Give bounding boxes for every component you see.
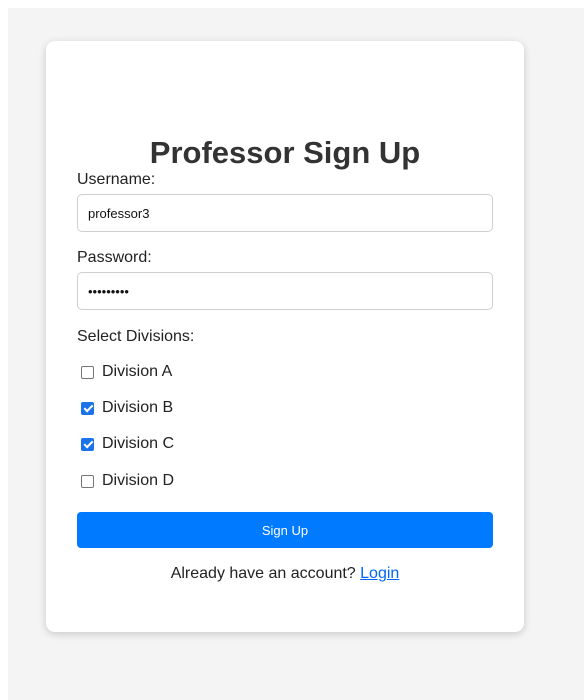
sign-up-button[interactable]: Sign Up: [77, 512, 493, 548]
division-b-checkbox[interactable]: [81, 401, 94, 415]
division-b-label: Division B: [102, 399, 174, 416]
division-b-option[interactable]: Division B: [81, 398, 173, 418]
division-c-label: Division C: [102, 435, 175, 452]
division-a-checkbox[interactable]: [81, 365, 94, 379]
division-d-checkbox[interactable]: [81, 474, 94, 488]
login-link[interactable]: Login: [360, 565, 399, 582]
division-a-option[interactable]: Division A: [81, 362, 172, 382]
login-prompt-text: Already have an account?: [170, 565, 356, 582]
division-c-checkbox[interactable]: [81, 437, 94, 451]
divisions-label: Select Divisions:: [77, 328, 195, 345]
username-label: Username:: [77, 171, 156, 188]
password-input[interactable]: [77, 272, 493, 310]
username-input[interactable]: [77, 194, 493, 232]
signup-card: Professor Sign Up Username: Password: Se…: [46, 41, 524, 632]
division-a-label: Division A: [102, 363, 173, 380]
division-c-option[interactable]: Division C: [81, 434, 174, 454]
division-d-option[interactable]: Division D: [81, 471, 174, 491]
login-prompt: Already have an account? Login: [46, 565, 524, 583]
password-label: Password:: [77, 249, 152, 266]
page-title: Professor Sign Up: [149, 135, 421, 170]
division-d-label: Division D: [102, 472, 175, 489]
